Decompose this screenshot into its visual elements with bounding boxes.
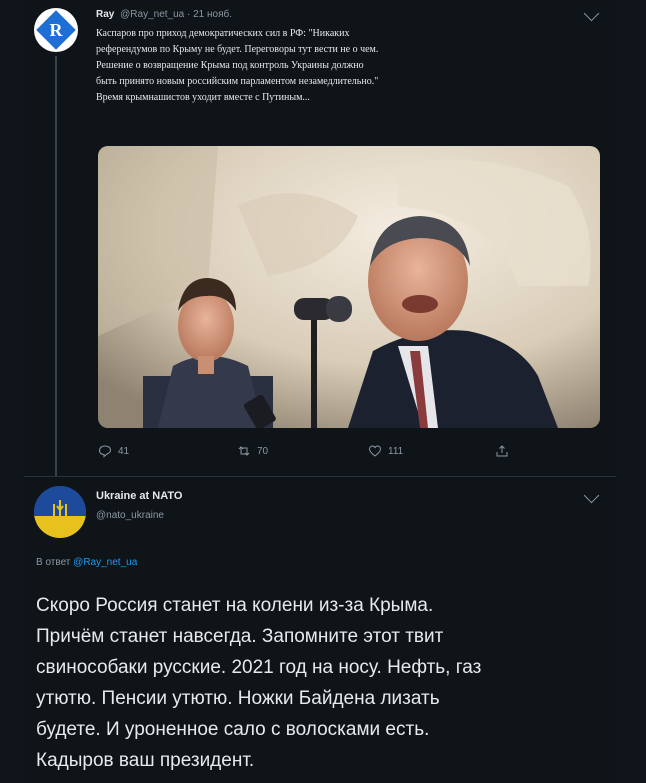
tweet-text-line: Скоро Россия станет на колени из-за Крым…: [36, 595, 434, 616]
retweet-icon: [238, 446, 250, 456]
share-button[interactable]: [495, 442, 509, 460]
heart-icon: [368, 445, 382, 457]
reply-context: В ответ @Ray_net_ua: [36, 557, 137, 568]
avatar[interactable]: [34, 486, 86, 538]
author-name[interactable]: Ray: [96, 9, 114, 20]
reply-icon: [98, 445, 112, 458]
reply-count: 41: [118, 445, 130, 457]
avatar-logo: R: [36, 10, 76, 50]
avatar-letter: R: [49, 19, 63, 40]
ukraine-flag-icon: [34, 486, 86, 538]
reply-button[interactable]: 41: [98, 442, 129, 460]
tweet-text-line: Причём станет навсегда. Запомните этот т…: [36, 626, 444, 647]
tweet-text-line: свинособаки русские. 2021 год на носу. Н…: [36, 657, 482, 678]
tweet-photo[interactable]: [98, 146, 600, 428]
retweet-count: 70: [257, 445, 269, 457]
share-icon: [496, 445, 508, 457]
tweet-text: Каспаров про приход демократических сил …: [96, 26, 596, 106]
tweet-text-line: быть принято новым российским парламенто…: [96, 76, 379, 87]
tweet-text-line: Время крымнашистов уходит вместе с Путин…: [96, 92, 310, 103]
tweet-text-line: референдумов по Крыму не будет. Перегово…: [96, 44, 379, 55]
author-handle[interactable]: @Ray_net_ua · 21 нояб.: [120, 9, 232, 20]
tweet-text: Скоро Россия станет на колени из-за Крым…: [36, 590, 596, 776]
retweet-button[interactable]: 70: [237, 442, 268, 460]
tweet-text-line: утютю. Пенсии утютю. Ножки Байдена лизат…: [36, 688, 440, 709]
tweet-text-line: Каспаров про приход демократических сил …: [96, 28, 350, 39]
like-count: 111: [388, 445, 404, 457]
left-sidebar: [0, 0, 24, 783]
like-button[interactable]: 111: [368, 442, 403, 460]
avatar[interactable]: R: [34, 8, 78, 52]
tweet-text-line: Решение о возвращение Крыма под контроль…: [96, 60, 364, 71]
author-name[interactable]: Ukraine at NATO: [96, 490, 182, 502]
tweet-header: Ray @Ray_net_ua · 21 нояб.: [96, 9, 232, 20]
reply-prefix: В ответ: [36, 557, 71, 568]
photo-illustration: [98, 146, 600, 428]
tweet-text-line: Кадыров ваш президент.: [36, 750, 255, 771]
thread-line: [55, 56, 57, 476]
author-handle[interactable]: @nato_ukraine: [96, 510, 164, 521]
right-sidebar: [616, 0, 646, 783]
reply-handle-link[interactable]: @Ray_net_ua: [73, 557, 137, 568]
tweet-text-line: будете. И уроненное сало с волосками ест…: [36, 719, 430, 740]
tweet-divider: [24, 476, 616, 477]
